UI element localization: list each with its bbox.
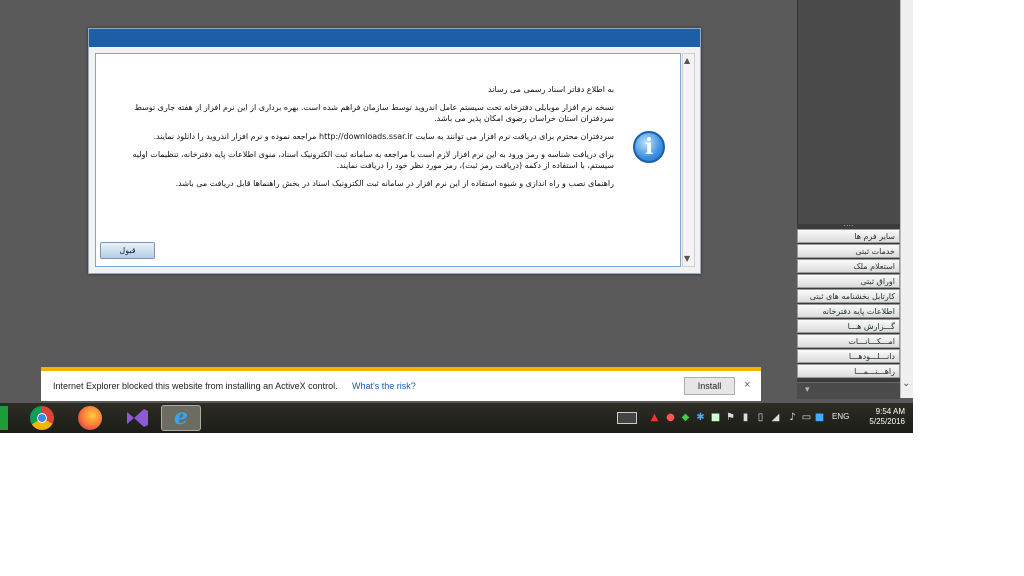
- flag-icon[interactable]: ⚑: [725, 412, 736, 423]
- scroll-up-icon[interactable]: ▲: [684, 56, 690, 65]
- whats-the-risk-link[interactable]: What's the risk?: [352, 381, 416, 391]
- page-scrollbar[interactable]: ⌄: [900, 0, 913, 398]
- windows-icon[interactable]: ■: [814, 412, 825, 423]
- side-menu-item-office-info[interactable]: اطلاعات پایه دفترخانه: [797, 304, 900, 318]
- scroll-down-icon[interactable]: ⌄: [902, 378, 910, 389]
- side-panel-upper: [797, 0, 901, 224]
- keyboard-icon[interactable]: [617, 412, 637, 424]
- system-tray: ▲ ● ◆ ✱ ■ ⚑ ▮ ▯ ◢ ♪ ▭ ■ ENG 9:54 AM 5/25…: [615, 403, 913, 433]
- side-menu-item-property-inquiry[interactable]: استعلام ملک: [797, 259, 900, 273]
- accept-button[interactable]: قبول: [100, 242, 155, 259]
- antivirus-icon[interactable]: ●: [665, 412, 676, 423]
- side-menu-item-other-forms[interactable]: سایر فرم ها: [797, 229, 900, 243]
- scroll-down-icon[interactable]: ▼: [684, 254, 690, 263]
- side-panel-bottom: ▾: [797, 382, 900, 399]
- network-app-icon[interactable]: ◆: [680, 412, 691, 423]
- wifi-icon[interactable]: ◢: [770, 412, 781, 423]
- dialog-message: به اطلاع دفاتر اسناد رسمی می رساند نسخه …: [104, 84, 614, 196]
- start-button[interactable]: [0, 406, 8, 430]
- side-menu-item-facilities[interactable]: امـــکـــانـــات: [797, 334, 900, 348]
- language-indicator[interactable]: ENG: [832, 412, 849, 421]
- clock[interactable]: 9:54 AM 5/25/2016: [859, 407, 905, 427]
- message-line: به اطلاع دفاتر اسناد رسمی می رساند: [488, 85, 614, 94]
- volume-icon[interactable]: ♪: [787, 412, 798, 423]
- taskbar: e ▲ ● ◆ ✱ ■ ⚑ ▮ ▯ ◢ ♪ ▭ ■ ENG 9:54 AM 5/…: [0, 403, 913, 433]
- side-panel: .... سایر فرم ها خدمات ثبتی استعلام ملک …: [797, 0, 901, 399]
- clock-date: 5/25/2016: [869, 417, 905, 426]
- internet-explorer-icon[interactable]: e: [161, 405, 201, 431]
- side-menu-item-reports[interactable]: گـــزارش هـــا: [797, 319, 900, 333]
- message-line: برای دریافت شناسه و رمز ورود به این نرم …: [132, 150, 614, 170]
- firefox-icon[interactable]: [78, 406, 102, 430]
- dialog-title-bar[interactable]: [89, 29, 700, 47]
- device-icon[interactable]: ▯: [755, 412, 766, 423]
- message-line: راهنمای نصب و راه اندازی و شیوه استفاده …: [175, 179, 614, 188]
- security-icon[interactable]: ■: [710, 412, 721, 423]
- side-menu-item-help[interactable]: راهـــنـــمـــا: [797, 364, 900, 378]
- side-panel-splitter[interactable]: ....: [797, 220, 900, 228]
- side-menu-item-registration-services[interactable]: خدمات ثبتی: [797, 244, 900, 258]
- visual-studio-icon[interactable]: [124, 406, 150, 430]
- bluetooth-icon[interactable]: ✱: [695, 412, 706, 423]
- side-menu-item-circulars[interactable]: کارتابل بخشنامه های ثبتی: [797, 289, 900, 303]
- desktop-screen: .... سایر فرم ها خدمات ثبتی استعلام ملک …: [0, 0, 913, 433]
- message-line: سردفتران محترم برای دریافت نرم افزار می …: [153, 132, 614, 141]
- clock-time: 9:54 AM: [875, 407, 905, 416]
- ie-notification-message: Internet Explorer blocked this website f…: [53, 381, 338, 391]
- close-icon[interactable]: ×: [744, 379, 750, 391]
- announcement-dialog: به اطلاع دفاتر اسناد رسمی می رساند نسخه …: [88, 28, 701, 274]
- message-line: نسخه نرم افزار موبایلی دفترخانه تحت سیست…: [134, 103, 614, 123]
- chevron-down-icon[interactable]: ▾: [805, 385, 810, 395]
- dialog-scrollbar[interactable]: ▲ ▼: [682, 53, 695, 267]
- battery-icon[interactable]: ▮: [740, 412, 751, 423]
- display-icon[interactable]: ▭: [801, 412, 812, 423]
- dialog-body: به اطلاع دفاتر اسناد رسمی می رساند نسخه …: [95, 53, 681, 267]
- side-menu-item-downloads[interactable]: دانـــلـــودهـــا: [797, 349, 900, 363]
- info-icon: i: [633, 131, 665, 163]
- side-menu: سایر فرم ها خدمات ثبتی استعلام ملک اوراق…: [797, 229, 900, 379]
- alert-icon[interactable]: ▲: [649, 412, 660, 423]
- visual-studio-glyph: [127, 409, 148, 427]
- chrome-center: [37, 413, 47, 423]
- ie-notification-bar: Internet Explorer blocked this website f…: [41, 367, 761, 401]
- install-button[interactable]: Install: [684, 377, 735, 395]
- chrome-icon[interactable]: [30, 406, 54, 430]
- side-menu-item-registration-papers[interactable]: اوراق ثبتی: [797, 274, 900, 288]
